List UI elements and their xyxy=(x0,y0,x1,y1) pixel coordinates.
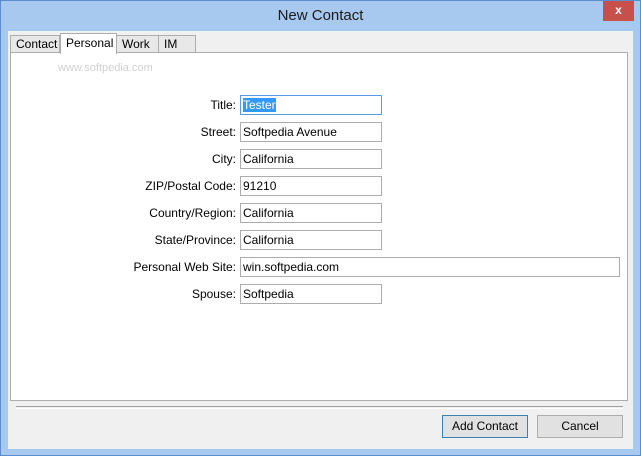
close-button[interactable]: x xyxy=(603,1,634,21)
website-label: Personal Web Site: xyxy=(133,260,237,274)
zip-field[interactable]: 91210 xyxy=(240,176,382,196)
street-label: Street: xyxy=(200,125,236,139)
zip-label: ZIP/Postal Code: xyxy=(145,179,236,193)
watermark: www.softpedia.com xyxy=(58,62,153,74)
cancel-button[interactable]: Cancel xyxy=(537,415,623,438)
tab-personal[interactable]: Personal xyxy=(60,33,117,54)
city-field[interactable]: California xyxy=(240,149,382,169)
title-label: Title: xyxy=(210,98,236,112)
state-label: State/Province: xyxy=(154,233,236,247)
country-field[interactable]: California xyxy=(240,203,382,223)
website-field[interactable]: win.softpedia.com xyxy=(240,257,620,277)
tab-work[interactable]: Work xyxy=(116,35,159,52)
window-title: New Contact xyxy=(277,7,364,24)
add-contact-button[interactable]: Add Contact xyxy=(442,415,528,438)
country-label: Country/Region: xyxy=(149,206,236,220)
spouse-label: Spouse: xyxy=(191,287,236,301)
street-field[interactable]: Softpedia Avenue xyxy=(240,122,382,142)
title-field[interactable]: Tester xyxy=(240,95,382,115)
close-icon: x xyxy=(615,3,622,17)
title-bar[interactable]: New Contact x xyxy=(1,1,640,31)
personal-tab-panel: www.softpedia.com Title: Tester Street: … xyxy=(10,52,628,401)
new-contact-window: New Contact x Contact Personal Work IM w… xyxy=(0,0,641,456)
dialog-client-area: Contact Personal Work IM www.softpedia.c… xyxy=(8,31,633,449)
city-label: City: xyxy=(212,152,236,166)
tab-contact[interactable]: Contact xyxy=(10,35,60,52)
title-value: Tester xyxy=(243,98,276,112)
separator xyxy=(16,406,623,409)
tab-im[interactable]: IM xyxy=(158,35,196,52)
state-field[interactable]: California xyxy=(240,230,382,250)
spouse-field[interactable]: Softpedia xyxy=(240,284,382,304)
